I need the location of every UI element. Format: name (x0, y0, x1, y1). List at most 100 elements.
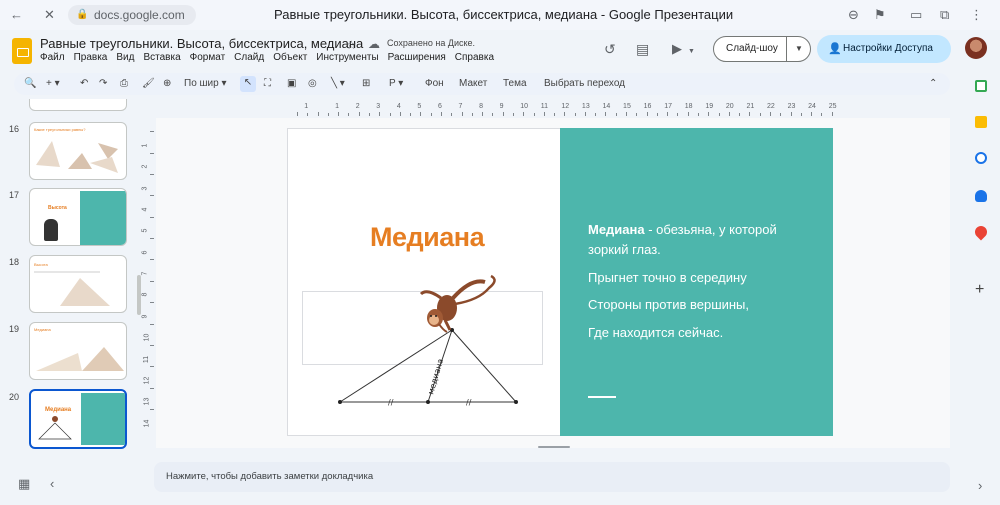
menu-edit[interactable]: Правка (74, 52, 108, 63)
frame-select-icon[interactable]: ⛶ (264, 77, 271, 91)
ruler-number: 22 (767, 103, 775, 110)
input-tools-icon[interactable]: P ▾ (389, 77, 403, 91)
line-icon[interactable]: ╲ ▾ (331, 77, 345, 91)
add-addon-icon[interactable]: + (975, 282, 984, 298)
meet-chevron-icon[interactable]: ▼ (688, 44, 695, 60)
ruler-tick (150, 280, 154, 282)
slide-thumbnail-19[interactable]: Медиана (29, 322, 127, 380)
sheets-icon[interactable] (975, 80, 987, 92)
comment-add-icon[interactable]: ⊞ (362, 77, 370, 91)
print-icon[interactable]: ⎙ (120, 77, 128, 91)
horizontal-ruler[interactable]: 1 1 2 3 4 5 6 7 8 9 10 11 12 13 14 15 16 17 18 19 20 21 22 23 24… (287, 103, 837, 116)
ruler-tick (482, 112, 484, 116)
tasks-icon[interactable] (975, 152, 987, 164)
thumb-panel (80, 191, 126, 245)
keep-icon[interactable] (975, 116, 987, 128)
select-cursor-icon[interactable]: ↖ (240, 76, 256, 92)
menu-format[interactable]: Формат (190, 52, 226, 63)
slide-thumbnail-20[interactable]: Медиана (29, 389, 127, 449)
history-icon[interactable]: ↺ (604, 41, 616, 57)
slide-heading[interactable]: Медиана (370, 222, 485, 253)
speaker-notes[interactable]: Нажмите, чтобы добавить заметки докладчи… (154, 462, 950, 492)
shape-icon[interactable]: ◎ (308, 77, 317, 91)
comment-icon[interactable]: ▤ (636, 41, 649, 57)
ruler-tick (554, 113, 556, 116)
ruler-tick (297, 112, 298, 116)
avatar[interactable] (965, 37, 987, 59)
document-title[interactable]: Равные треугольники. Высота, биссектриса… (40, 36, 363, 51)
collapse-toolbar-icon[interactable]: ⌃ (929, 77, 937, 91)
ruler-number: 2 (355, 103, 360, 110)
paint-format-icon[interactable]: 🖌 (142, 77, 155, 91)
equal-tick-right: // (466, 398, 472, 407)
star-icon[interactable]: ☆ (346, 37, 357, 53)
slide-thumbnail-18[interactable]: Высота (29, 255, 127, 313)
ruler-number: 1 (304, 103, 309, 110)
menu-file[interactable]: Файл (40, 52, 65, 63)
thumb-triangle (38, 416, 72, 440)
new-slide-icon[interactable]: + ▾ (46, 77, 60, 91)
layout-button[interactable]: Макет (459, 77, 487, 91)
menu-help[interactable]: Справка (455, 52, 494, 63)
slideshow-dropdown-icon[interactable]: ▼ (786, 36, 811, 62)
median-label: медиана (426, 358, 445, 396)
ruler-number: 9 (141, 314, 149, 319)
ruler-number: 12 (561, 103, 570, 110)
slides-logo-icon[interactable] (12, 38, 32, 64)
triangle-diagram[interactable]: // // медиана (287, 260, 559, 420)
collapse-panel-icon[interactable]: ‹ (50, 476, 54, 492)
triangle-right-side (451, 329, 517, 403)
vertical-ruler[interactable]: 1 2 3 4 5 6 7 8 9 10 11 12 13 14 (141, 125, 154, 435)
midpoint-dot (426, 400, 430, 404)
menu-icon[interactable]: ⋮ (970, 7, 983, 23)
zoom-icon[interactable]: ⊖ (848, 7, 859, 23)
ruler-tick (399, 112, 401, 116)
bookmark-icon[interactable]: ⚑ (874, 7, 886, 23)
zoom-select[interactable]: По шир ▾ (184, 77, 227, 91)
meet-icon[interactable]: ▶ (672, 41, 682, 57)
slide-thumbnail-16[interactable]: Какие треугольники равны? (29, 122, 127, 180)
redo-icon[interactable]: ↷ (99, 77, 107, 91)
menu-slide[interactable]: Слайд (234, 52, 264, 63)
ruler-tick (615, 113, 617, 116)
ruler-number: 6 (437, 103, 442, 110)
ruler-tick (430, 113, 432, 116)
vertex-dot (338, 400, 342, 404)
grid-view-icon[interactable]: ▦ (18, 476, 30, 492)
cloud-icon: ☁ (368, 37, 380, 51)
close-icon[interactable]: ✕ (44, 7, 55, 23)
page-title: Равные треугольники. Высота, биссектриса… (274, 7, 734, 22)
verse-line-3: Прыгнет точно в середину (588, 270, 747, 285)
zoom-icon[interactable]: ⊕ (163, 77, 171, 91)
slide-thumbnail-partial[interactable] (29, 99, 127, 111)
contacts-icon[interactable] (975, 190, 987, 202)
ruler-tick (677, 113, 679, 116)
ruler-tick (811, 112, 813, 116)
ruler-tick (512, 113, 514, 116)
menu-insert[interactable]: Вставка (143, 52, 180, 63)
thumb-triangle (34, 271, 110, 306)
ruler-tick (790, 112, 792, 116)
search-icon[interactable]: 🔍 (24, 77, 36, 91)
back-icon[interactable]: ← (10, 7, 23, 23)
expand-panel-icon[interactable]: › (978, 478, 982, 494)
menu-extensions[interactable]: Расширения (388, 52, 446, 63)
extensions-icon[interactable]: ⧉ (940, 7, 949, 23)
undo-icon[interactable]: ↶ (80, 77, 88, 91)
menu-tools[interactable]: Инструменты (316, 52, 378, 63)
image-icon[interactable]: ▣ (287, 77, 296, 91)
thumb-triangles (36, 347, 124, 371)
ruler-tick (728, 112, 730, 116)
ruler-number: 5 (141, 228, 149, 233)
notes-resize-handle[interactable] (538, 446, 570, 448)
background-button[interactable]: Фон (425, 77, 444, 91)
transition-button[interactable]: Выбрать переход (544, 77, 625, 91)
slide-number: 20 (9, 392, 20, 402)
slide-thumbnail-17[interactable]: Высота (29, 188, 127, 246)
menu-object[interactable]: Объект (273, 52, 307, 63)
ruler-tick (150, 302, 154, 304)
ruler-tick (368, 113, 370, 116)
verse-line-1-rest: - обезьяна, у которой (644, 222, 777, 237)
menu-view[interactable]: Вид (116, 52, 134, 63)
theme-button[interactable]: Тема (503, 77, 527, 91)
